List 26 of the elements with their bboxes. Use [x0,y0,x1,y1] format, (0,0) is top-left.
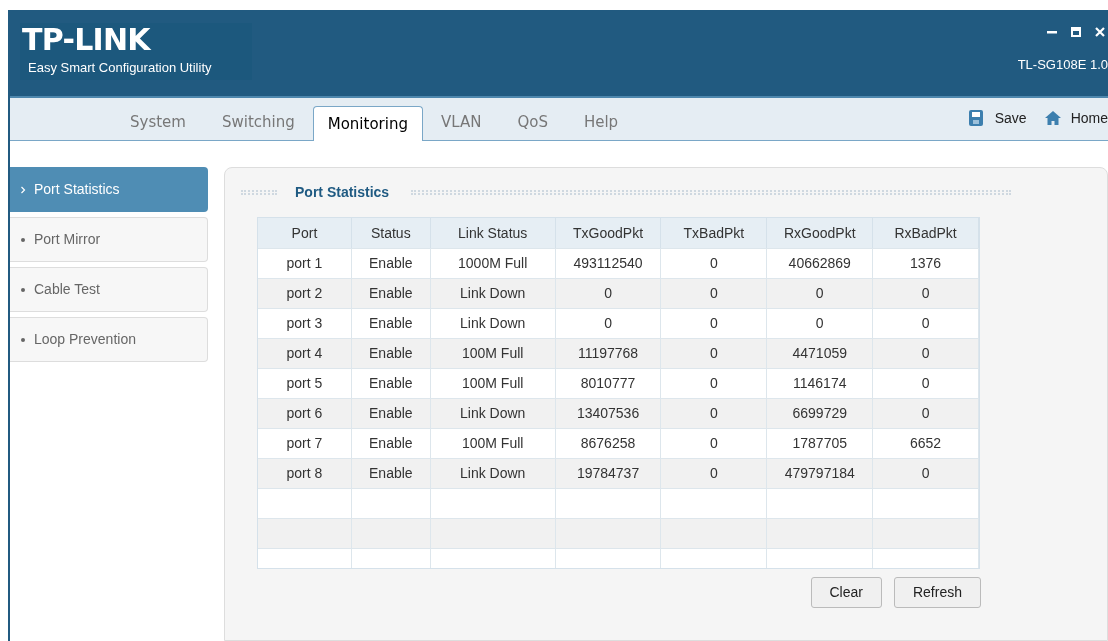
save-icon [968,110,985,126]
action-button[interactable]: Clear [810,577,882,608]
bullet-icon [20,285,26,294]
bullet-icon [20,235,26,244]
sidebar-item[interactable]: Port Statistics [10,167,208,212]
tab[interactable]: Monitoring [312,106,423,141]
tab[interactable]: Help [565,105,637,140]
app-subtitle: Easy Smart Configuration Utility [27,59,213,77]
maximize-icon[interactable] [1070,26,1082,38]
close-icon[interactable] [1094,26,1106,38]
action-button[interactable]: Refresh [893,577,981,608]
sidebar-item[interactable]: Loop Prevention [10,317,208,362]
tab[interactable]: QoS [499,105,566,140]
home-icon [1044,110,1061,126]
save-button[interactable]: Save [968,107,1027,129]
tab[interactable]: System [112,105,204,140]
tab[interactable]: Switching [203,105,313,140]
logo: TP-LINK [22,23,152,55]
panel-title: Port Statistics [295,183,390,202]
home-button[interactable]: Home [1044,107,1108,129]
sidebar-item[interactable]: Port Mirror [10,217,208,262]
bullet-icon [20,335,26,344]
tab[interactable]: VLAN [422,105,500,140]
device-model: TL-SG108E 1.0 [1017,56,1108,74]
sidebar-item[interactable]: Cable Test [10,267,208,312]
chevron-icon [20,185,26,194]
